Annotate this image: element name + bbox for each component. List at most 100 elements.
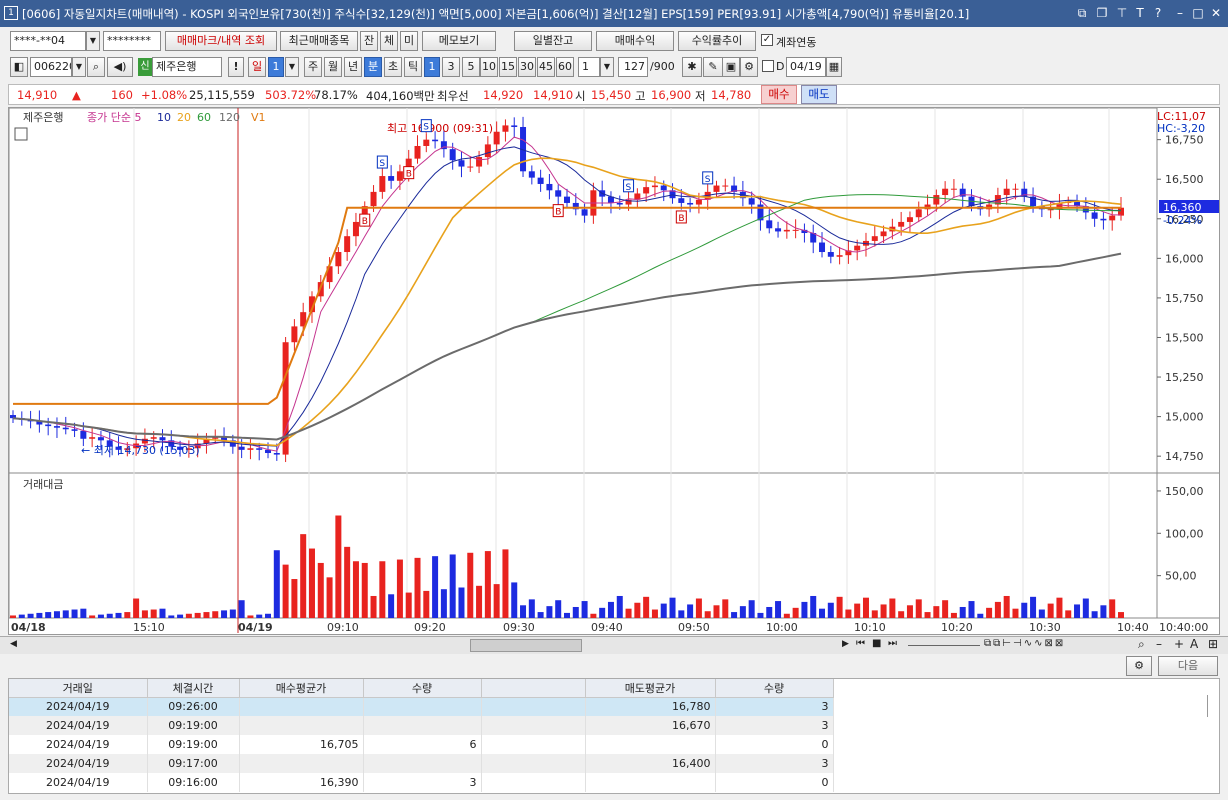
table-row[interactable]: 2024/04/19 09:17:00 16,400 3 bbox=[9, 754, 834, 773]
tick-button[interactable]: 틱 bbox=[404, 57, 422, 77]
interval-1-button[interactable]: 1 bbox=[424, 57, 440, 77]
maximize-icon[interactable]: □ bbox=[1190, 5, 1206, 21]
stock-name-field[interactable]: 제주은행 bbox=[152, 57, 222, 77]
return-trend-button[interactable]: 수익률추이 bbox=[678, 31, 756, 51]
password-input[interactable]: ******** bbox=[103, 31, 161, 51]
period-dropdown-icon[interactable]: ▼ bbox=[600, 57, 614, 77]
speed-slider[interactable] bbox=[908, 645, 980, 646]
unfilled-button[interactable]: 미 bbox=[400, 31, 418, 51]
trade-marker-label: B bbox=[678, 214, 684, 224]
interval-45-button[interactable]: 45 bbox=[537, 57, 555, 77]
interval-5-button[interactable]: 5 bbox=[462, 57, 480, 77]
stop-icon[interactable]: ■ bbox=[872, 638, 881, 649]
column-header[interactable]: 매도평균가 bbox=[585, 679, 716, 698]
second-button[interactable]: 초 bbox=[384, 57, 402, 77]
account-link-checkbox[interactable]: ✓ bbox=[761, 34, 773, 46]
day-dropdown-icon[interactable]: ▼ bbox=[285, 57, 299, 77]
data-count-input[interactable]: 127 bbox=[618, 57, 648, 77]
chart-tools-icons[interactable]: ⧉⧉⊢⊣∿∿⊠⊠ bbox=[984, 638, 1065, 649]
tile-icon[interactable]: ❐ bbox=[1094, 5, 1110, 21]
interval-3-button[interactable]: 3 bbox=[442, 57, 460, 77]
interval-10-button[interactable]: 10 bbox=[480, 57, 498, 77]
memo-button[interactable]: 메모보기 bbox=[422, 31, 496, 51]
zoom-in-icon[interactable]: + bbox=[1174, 637, 1184, 651]
chart-menu-icon[interactable]: ◧ bbox=[10, 57, 28, 77]
dock-icon[interactable]: ⧉ bbox=[1074, 5, 1090, 21]
table-cell: 3 bbox=[715, 716, 834, 735]
scroll-thumb[interactable] bbox=[470, 639, 582, 652]
column-header[interactable]: 체결시간 bbox=[147, 679, 240, 698]
draw-tool-icon[interactable]: ✎ bbox=[703, 57, 723, 77]
pin-icon[interactable]: ⊤ bbox=[1114, 5, 1130, 21]
save-icon[interactable]: ▣ bbox=[722, 57, 740, 77]
account-input[interactable]: ****-**04 bbox=[10, 31, 86, 51]
volume-bar bbox=[238, 600, 245, 618]
forward-icon[interactable]: ⏭ bbox=[888, 638, 897, 649]
candle-body bbox=[871, 236, 878, 241]
font-size-icon[interactable]: A bbox=[1190, 637, 1198, 651]
interval-30-button[interactable]: 30 bbox=[518, 57, 536, 77]
sound-icon[interactable]: ◀) bbox=[107, 57, 133, 77]
volume-bar bbox=[282, 564, 289, 618]
column-header[interactable]: 거래일 bbox=[9, 679, 148, 698]
table-row[interactable]: 2024/04/19 09:26:00 16,780 3 bbox=[9, 697, 834, 716]
filled-button[interactable]: 체 bbox=[380, 31, 398, 51]
date-input[interactable]: 04/19 bbox=[786, 57, 826, 77]
calendar-icon[interactable]: ▦ bbox=[826, 57, 842, 77]
buy-button[interactable]: 매수 bbox=[761, 85, 797, 104]
chart-scrollbar[interactable]: ◀ ▶ ⏮ ■ ⏭ ⧉⧉⊢⊣∿∿⊠⊠ ⌕ – + A ⊞ bbox=[0, 636, 1228, 654]
account-dropdown-icon[interactable]: ▼ bbox=[86, 31, 100, 51]
alert-icon[interactable]: ! bbox=[228, 57, 244, 77]
column-header[interactable]: 수량 bbox=[715, 679, 834, 698]
indicator-icon[interactable]: ✱ bbox=[682, 57, 702, 77]
code-dropdown-icon[interactable]: ▼ bbox=[72, 57, 86, 77]
table-row[interactable]: 2024/04/19 09:19:00 16,705 6 0 bbox=[9, 735, 834, 754]
volume-bar bbox=[722, 599, 729, 618]
table-row[interactable]: 2024/04/19 09:16:00 16,390 3 0 bbox=[9, 773, 834, 792]
quote-bar: 14,910 ▲ 160 +1.08% 25,115,559 503.72% 7… bbox=[8, 84, 1220, 105]
chart-panel[interactable]: 16,750 16,500 16,250 16,000 15,750 15,500 15,2… bbox=[8, 107, 1220, 635]
sell-button[interactable]: 매도 bbox=[801, 85, 837, 104]
font-icon[interactable]: T bbox=[1132, 5, 1148, 21]
column-header[interactable]: 수량 bbox=[363, 679, 482, 698]
day-count-value[interactable]: 1 bbox=[268, 57, 284, 77]
candle-body bbox=[942, 188, 949, 196]
stock-code-input[interactable]: 006220 bbox=[30, 57, 72, 77]
daily-period-button[interactable]: 일 bbox=[248, 57, 266, 77]
minute-button[interactable]: 분 bbox=[364, 57, 382, 77]
volume-bar bbox=[150, 609, 157, 618]
next-button[interactable]: 다음 bbox=[1158, 656, 1218, 676]
daily-balance-button[interactable]: 일별잔고 bbox=[514, 31, 592, 51]
help-icon[interactable]: ? bbox=[1150, 5, 1166, 21]
scroll-right-icon[interactable]: ▶ bbox=[842, 639, 849, 649]
table-row[interactable]: 2024/04/19 09:19:00 16,670 3 bbox=[9, 716, 834, 735]
date-checkbox[interactable] bbox=[762, 60, 774, 72]
close-icon[interactable]: ✕ bbox=[1208, 5, 1224, 21]
month-button[interactable]: 월 bbox=[324, 57, 342, 77]
interval-60-button[interactable]: 60 bbox=[556, 57, 574, 77]
recent-trades-button[interactable]: 최근매매종목 bbox=[280, 31, 358, 51]
gear-icon[interactable]: ⚙ bbox=[740, 57, 758, 77]
table-scrollbar[interactable] bbox=[1207, 695, 1217, 717]
volume-bar bbox=[221, 610, 228, 618]
mark-query-button[interactable]: 매매마크/내역 조회 bbox=[165, 31, 277, 51]
minimize-icon[interactable]: – bbox=[1172, 5, 1188, 21]
volume-bar bbox=[1012, 608, 1019, 618]
balance-button[interactable]: 잔 bbox=[360, 31, 378, 51]
candlestick-chart[interactable]: 16,75016,50016,25016,00015,75015,50015,2… bbox=[9, 108, 1219, 634]
interval-15-button[interactable]: 15 bbox=[499, 57, 517, 77]
candle-body bbox=[1012, 188, 1019, 190]
week-button[interactable]: 주 bbox=[304, 57, 322, 77]
scroll-left-icon[interactable]: ◀ bbox=[10, 639, 17, 649]
zoom-search-icon[interactable]: ⌕ bbox=[1138, 637, 1145, 652]
trade-profit-button[interactable]: 매매수익 bbox=[596, 31, 674, 51]
column-header[interactable] bbox=[481, 679, 586, 698]
period-input[interactable]: 1 bbox=[578, 57, 600, 77]
settings-gear-icon[interactable]: ⚙ bbox=[1126, 656, 1152, 676]
year-button[interactable]: 년 bbox=[344, 57, 362, 77]
zoom-out-icon[interactable]: – bbox=[1156, 637, 1162, 651]
rewind-icon[interactable]: ⏮ bbox=[856, 638, 865, 649]
search-icon[interactable]: ⌕ bbox=[87, 57, 105, 77]
grid-icon[interactable]: ⊞ bbox=[1208, 637, 1218, 651]
column-header[interactable]: 매수평균가 bbox=[239, 679, 364, 698]
